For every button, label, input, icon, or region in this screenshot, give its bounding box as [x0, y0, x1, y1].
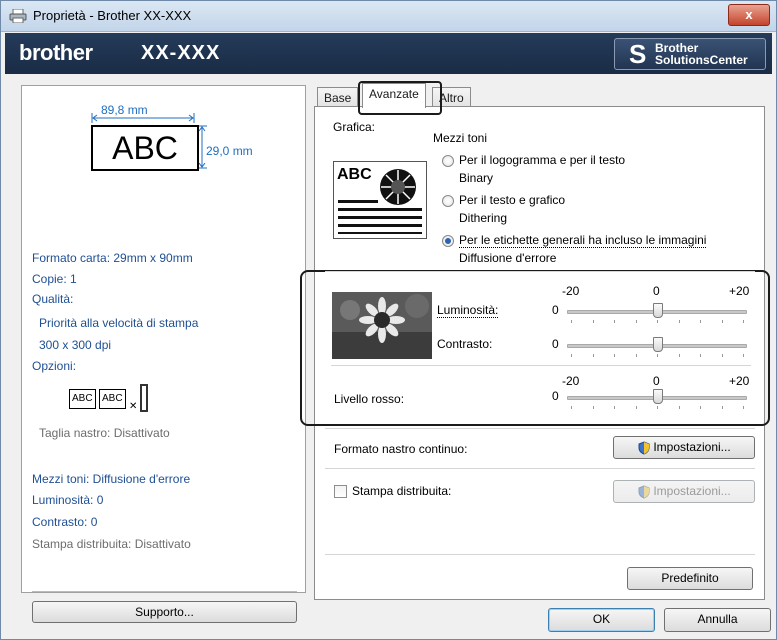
ok-button[interactable]: OK — [548, 608, 655, 632]
slider-tick — [614, 354, 615, 357]
quality-label: Qualità: — [32, 292, 74, 306]
scale-mid-red: 0 — [653, 374, 660, 388]
section-divider — [325, 271, 755, 272]
brightness-value: 0 — [552, 303, 559, 317]
default-divider — [325, 554, 755, 555]
continuous-tape-settings-button[interactable]: Impostazioni... — [613, 436, 755, 459]
slider-tick — [743, 320, 744, 323]
tape-cut-info: Taglia nastro: Disattivato — [39, 426, 170, 440]
slider-tick — [636, 406, 637, 409]
slider-tick — [743, 354, 744, 357]
slider-tick — [571, 406, 572, 409]
halftone-option-error-diffusion-sub: Diffusione d'errore — [459, 251, 557, 265]
option-sample-1: ABC — [69, 389, 96, 409]
label-width: 89,8 mm — [101, 103, 148, 117]
svg-text:✕: ✕ — [129, 401, 137, 412]
halftone-option-error-diffusion-label: Per le etichette generali ha incluso le … — [459, 233, 707, 248]
slider-tick — [614, 320, 615, 323]
halftone-info: Mezzi toni: Diffusione d'errore — [32, 472, 191, 486]
scale-max-red: +20 — [729, 374, 750, 388]
halftone-option-error-diffusion[interactable] — [442, 235, 454, 247]
distributed-print-checkbox[interactable] — [334, 485, 347, 498]
slider-tick — [593, 406, 594, 409]
slider-tick — [722, 354, 723, 357]
slider-tick — [700, 354, 701, 357]
halftone-option-dithering-label: Per il testo e grafico — [459, 193, 566, 207]
slider-tick — [657, 406, 658, 409]
label-preview: ABC — [91, 125, 199, 171]
properties-window: Proprietà - Brother XX-XXX x brother XX-… — [0, 0, 777, 640]
halftone-option-binary[interactable] — [442, 155, 454, 167]
slider-tick — [571, 320, 572, 323]
slider-tick — [657, 320, 658, 323]
halftone-option-binary-label: Per il logogramma e per il testo — [459, 153, 626, 167]
scale-min: -20 — [562, 284, 580, 298]
slider-tick — [679, 406, 680, 409]
continuous-tape-label: Formato nastro continuo: — [334, 442, 468, 456]
resolution-info: 300 x 300 dpi — [39, 338, 112, 352]
default-button[interactable]: Predefinito — [627, 567, 753, 590]
slider-tick — [614, 406, 615, 409]
slider-tick — [636, 354, 637, 357]
slider-tick — [593, 354, 594, 357]
brightness-slider[interactable] — [567, 303, 747, 323]
contrast-value: 0 — [552, 337, 559, 351]
slider-tick — [571, 354, 572, 357]
quality-value: Priorità alla velocità di stampa — [39, 316, 199, 330]
slider-tick — [657, 354, 658, 357]
halftone-label: Mezzi toni — [433, 131, 488, 145]
sunflower-preview-image — [332, 292, 432, 359]
graphics-label: Grafica: — [333, 120, 376, 134]
scale-max: +20 — [729, 284, 750, 298]
slider-tick — [722, 406, 723, 409]
slider-tick — [636, 320, 637, 323]
red-level-slider[interactable] — [567, 389, 747, 409]
brightness-slider-thumb[interactable] — [653, 303, 663, 318]
contrast-slider[interactable] — [567, 337, 747, 357]
slider-tick — [700, 320, 701, 323]
tape-divider — [325, 428, 755, 429]
paper-format-info: Formato carta: 29mm x 90mm — [32, 251, 193, 265]
slider-tick — [700, 406, 701, 409]
slider-tick — [593, 320, 594, 323]
red-level-label: Livello rosso: — [334, 392, 405, 406]
shield-icon — [638, 441, 650, 455]
distributed-settings-label: Impostazioni... — [653, 484, 731, 498]
distributed-divider — [325, 468, 755, 469]
tab-highlight-frame — [358, 81, 442, 115]
distributed-settings-button[interactable]: Impostazioni... — [613, 480, 755, 503]
shield-icon — [638, 485, 650, 499]
contrast-label: Contrasto: — [437, 337, 493, 351]
halftone-option-binary-sub: Binary — [459, 171, 494, 185]
cancel-button[interactable]: Annulla — [664, 608, 771, 632]
contrast-info: Contrasto: 0 — [32, 515, 98, 529]
distributed-info: Stampa distribuita: Disattivato — [32, 537, 191, 551]
copies-info: Copie: 1 — [32, 272, 77, 286]
tape-cut-icon: ✕ — [129, 384, 148, 412]
red-level-slider-thumb[interactable] — [653, 389, 663, 404]
slider-tick — [679, 320, 680, 323]
slider-tick — [679, 354, 680, 357]
slider-tick — [743, 406, 744, 409]
tab-base[interactable]: Base — [317, 87, 359, 107]
options-label: Opzioni: — [32, 359, 77, 373]
scale-min-red: -20 — [562, 374, 580, 388]
red-level-value: 0 — [552, 389, 559, 403]
distributed-print-label: Stampa distribuita: — [352, 484, 452, 498]
contrast-slider-thumb[interactable] — [653, 337, 663, 352]
option-sample-2: ABC — [99, 389, 126, 409]
support-button[interactable]: Supporto... — [32, 601, 297, 623]
brightness-info: Luminosità: 0 — [32, 493, 104, 507]
halftone-option-dithering[interactable] — [442, 195, 454, 207]
graphic-preview-icon: ABC — [333, 161, 427, 239]
sunflower-graphic-icon — [338, 169, 422, 234]
halftone-option-dithering-sub: Dithering — [459, 211, 508, 225]
continuous-tape-settings-label: Impostazioni... — [653, 440, 731, 454]
slider-divider — [331, 365, 751, 366]
brightness-label: Luminosità: — [437, 303, 499, 318]
scale-mid: 0 — [653, 284, 660, 298]
label-height: 29,0 mm — [206, 144, 253, 158]
slider-tick — [722, 320, 723, 323]
panel-divider — [32, 591, 297, 592]
